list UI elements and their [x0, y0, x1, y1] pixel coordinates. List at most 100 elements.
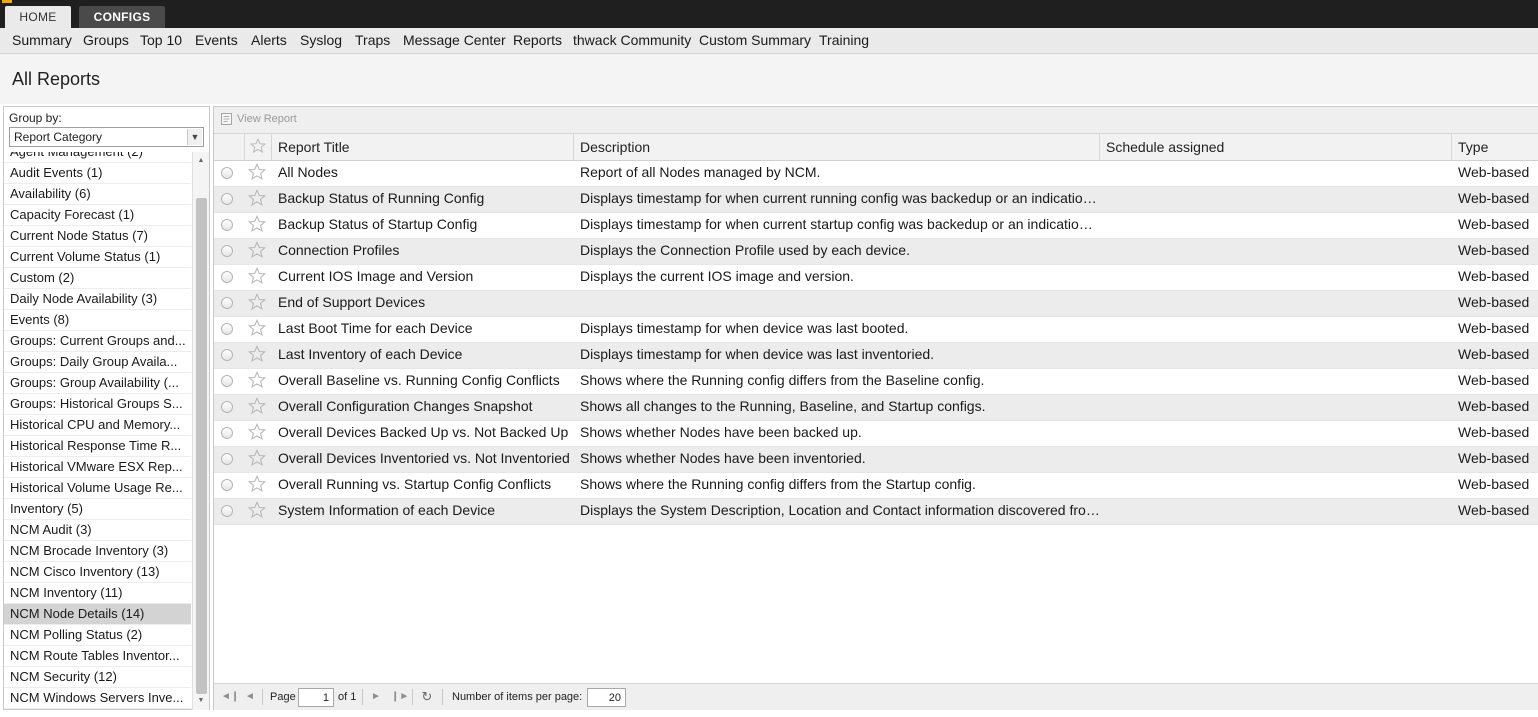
table-row[interactable]: End of Support Devices Web-based	[214, 291, 1538, 317]
category-item[interactable]: NCM Audit (3)	[4, 520, 191, 541]
nav-summary[interactable]: Summary	[12, 32, 72, 48]
radio-button-icon[interactable]	[221, 219, 233, 231]
next-page-icon[interactable]: ►	[369, 690, 383, 704]
category-item[interactable]: Groups: Current Groups and...	[4, 331, 191, 352]
scroll-down-icon[interactable]: ▼	[193, 694, 209, 708]
view-report-button[interactable]: View Report	[221, 113, 297, 125]
category-scrollbar[interactable]: ▲ ▼	[192, 152, 209, 710]
star-outline-icon[interactable]	[248, 371, 266, 389]
report-title-cell[interactable]: All Nodes	[272, 161, 574, 186]
nav-custom-summary[interactable]: Custom Summary	[699, 32, 811, 48]
radio-button-icon[interactable]	[221, 505, 233, 517]
report-title-cell[interactable]: Last Boot Time for each Device	[272, 317, 574, 342]
radio-button-icon[interactable]	[221, 401, 233, 413]
category-item[interactable]: NCM Polling Status (2)	[4, 625, 191, 646]
star-outline-icon[interactable]	[248, 501, 266, 519]
radio-button-icon[interactable]	[221, 271, 233, 283]
report-title-cell[interactable]: End of Support Devices	[272, 291, 574, 316]
report-title-cell[interactable]: Overall Running vs. Startup Config Confl…	[272, 473, 574, 498]
star-outline-icon[interactable]	[248, 163, 266, 181]
report-title-cell[interactable]: Current IOS Image and Version	[272, 265, 574, 290]
header-description[interactable]: Description	[574, 134, 1100, 160]
category-item[interactable]: Custom (2)	[4, 268, 191, 289]
star-outline-icon[interactable]	[248, 475, 266, 493]
category-item[interactable]: Historical Response Time R...	[4, 436, 191, 457]
nav-syslog[interactable]: Syslog	[300, 32, 342, 48]
nav-thwack-community[interactable]: thwack Community	[573, 32, 691, 48]
category-item[interactable]: Agent Management (2)	[4, 152, 191, 163]
category-item[interactable]: Groups: Group Availability (...	[4, 373, 191, 394]
nav-top-10[interactable]: Top 10	[140, 32, 182, 48]
star-outline-icon[interactable]	[248, 397, 266, 415]
table-row[interactable]: All Nodes Report of all Nodes managed by …	[214, 161, 1538, 187]
category-item[interactable]: NCM Brocade Inventory (3)	[4, 541, 191, 562]
scroll-thumb[interactable]	[196, 198, 207, 694]
table-row[interactable]: Last Inventory of each Device Displays ti…	[214, 343, 1538, 369]
report-title-cell[interactable]: Connection Profiles	[272, 239, 574, 264]
category-item[interactable]: Historical Volume Usage Re...	[4, 478, 191, 499]
nav-alerts[interactable]: Alerts	[251, 32, 287, 48]
header-schedule[interactable]: Schedule assigned	[1100, 134, 1452, 160]
category-item[interactable]: Events (8)	[4, 310, 191, 331]
radio-button-icon[interactable]	[221, 453, 233, 465]
table-row[interactable]: Overall Devices Inventoried vs. Not Inve…	[214, 447, 1538, 473]
table-row[interactable]: Backup Status of Startup Config Displays …	[214, 213, 1538, 239]
radio-button-icon[interactable]	[221, 193, 233, 205]
group-by-select[interactable]: Report Category ▼	[9, 127, 204, 147]
star-outline-icon[interactable]	[248, 189, 266, 207]
report-title-cell[interactable]: Backup Status of Running Config	[272, 187, 574, 212]
table-row[interactable]: Last Boot Time for each Device Displays t…	[214, 317, 1538, 343]
table-row[interactable]: Overall Configuration Changes Snapshot Sh…	[214, 395, 1538, 421]
items-per-page-input[interactable]	[587, 688, 626, 707]
radio-button-icon[interactable]	[221, 297, 233, 309]
header-type[interactable]: Type	[1452, 134, 1538, 160]
category-item[interactable]: NCM Cisco Inventory (13)	[4, 562, 191, 583]
table-row[interactable]: Overall Baseline vs. Running Config Conf…	[214, 369, 1538, 395]
radio-button-icon[interactable]	[221, 167, 233, 179]
category-item[interactable]: NCM Security (12)	[4, 667, 191, 688]
category-item[interactable]: Availability (6)	[4, 184, 191, 205]
category-item[interactable]: Audit Events (1)	[4, 163, 191, 184]
report-title-cell[interactable]: Overall Configuration Changes Snapshot	[272, 395, 574, 420]
report-title-cell[interactable]: Overall Baseline vs. Running Config Conf…	[272, 369, 574, 394]
nav-events[interactable]: Events	[195, 32, 238, 48]
category-item[interactable]: Historical VMware ESX Rep...	[4, 457, 191, 478]
category-item[interactable]: Groups: Historical Groups S...	[4, 394, 191, 415]
nav-message-center[interactable]: Message Center	[403, 32, 506, 48]
category-item[interactable]: Inventory (5)	[4, 499, 191, 520]
nav-traps[interactable]: Traps	[355, 32, 390, 48]
category-item[interactable]: Groups: Daily Group Availa...	[4, 352, 191, 373]
radio-button-icon[interactable]	[221, 479, 233, 491]
star-outline-icon[interactable]	[248, 449, 266, 467]
radio-button-icon[interactable]	[221, 323, 233, 335]
category-item[interactable]: NCM Inventory (11)	[4, 583, 191, 604]
radio-button-icon[interactable]	[221, 245, 233, 257]
last-page-icon[interactable]: ❙►	[391, 690, 409, 704]
chevron-down-icon[interactable]: ▼	[187, 129, 202, 145]
report-title-cell[interactable]: Overall Devices Inventoried vs. Not Inve…	[272, 447, 574, 472]
refresh-icon[interactable]: ↻	[420, 690, 434, 704]
page-input[interactable]	[298, 688, 334, 707]
report-title-cell[interactable]: Overall Devices Backed Up vs. Not Backed…	[272, 421, 574, 446]
nav-training[interactable]: Training	[819, 32, 869, 48]
report-title-cell[interactable]: Last Inventory of each Device	[272, 343, 574, 368]
nav-groups[interactable]: Groups	[83, 32, 129, 48]
report-title-cell[interactable]: Backup Status of Startup Config	[272, 213, 574, 238]
category-item[interactable]: NCM Route Tables Inventor...	[4, 646, 191, 667]
prev-page-icon[interactable]: ◄	[243, 690, 257, 704]
table-row[interactable]: Connection Profiles Displays the Connecti…	[214, 239, 1538, 265]
star-outline-icon[interactable]	[248, 293, 266, 311]
star-outline-icon[interactable]	[248, 319, 266, 337]
table-row[interactable]: Overall Running vs. Startup Config Confl…	[214, 473, 1538, 499]
category-item[interactable]: Daily Node Availability (3)	[4, 289, 191, 310]
tab-home[interactable]: HOME	[5, 6, 71, 28]
table-row[interactable]: Backup Status of Running Config Displays …	[214, 187, 1538, 213]
star-outline-icon[interactable]	[248, 241, 266, 259]
nav-reports[interactable]: Reports	[513, 32, 562, 48]
category-item[interactable]: Current Volume Status (1)	[4, 247, 191, 268]
star-outline-icon[interactable]	[248, 215, 266, 233]
tab-configs[interactable]: CONFIGS	[79, 6, 165, 28]
table-row[interactable]: System Information of each Device Display…	[214, 499, 1538, 525]
category-item[interactable]: NCM Node Details (14)	[4, 604, 191, 625]
star-outline-icon[interactable]	[248, 267, 266, 285]
